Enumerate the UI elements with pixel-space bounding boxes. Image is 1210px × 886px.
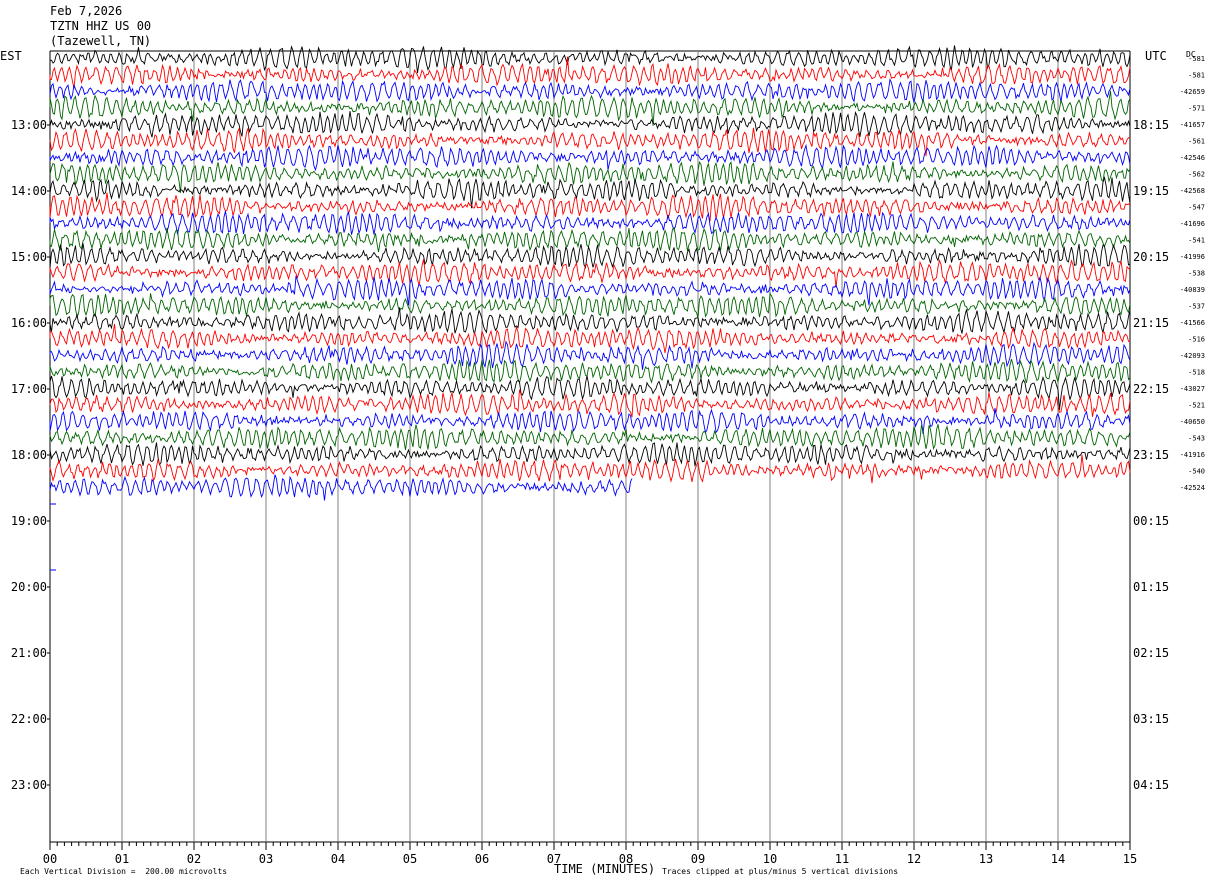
dc-offset-label: -42659 <box>1180 88 1205 96</box>
dc-offset-label: -42568 <box>1180 187 1205 195</box>
x-tick-label: 06 <box>475 852 489 866</box>
right-hour-label: 00:15 <box>1133 514 1169 528</box>
left-hour-label: 17:00 <box>11 382 47 396</box>
seismic-trace <box>49 307 1131 335</box>
left-hour-label: 15:00 <box>11 250 47 264</box>
seismic-trace <box>49 160 1131 193</box>
seismic-trace <box>49 323 1131 354</box>
dc-offset-label: -40839 <box>1180 286 1205 294</box>
seismic-trace <box>49 454 1131 484</box>
dc-offset-label: -516 <box>1188 336 1205 344</box>
seismic-trace <box>49 143 1131 172</box>
left-hour-label: 14:00 <box>11 184 47 198</box>
x-tick-label: 02 <box>187 852 201 866</box>
x-tick-label: 11 <box>835 852 849 866</box>
seismic-trace <box>49 175 1131 209</box>
x-tick-label: 10 <box>763 852 777 866</box>
x-tick-label: 15 <box>1123 852 1137 866</box>
seismic-trace <box>49 424 1131 451</box>
seismic-trace <box>49 358 1131 385</box>
dc-offset-label: -521 <box>1188 402 1205 410</box>
dc-offset-label: -41696 <box>1180 220 1205 228</box>
left-hour-label: 19:00 <box>11 514 47 528</box>
helicorder-plot: 00 01 02 03 04 05 06 07 08 09 10 11 12 13 14 1513:0014:… <box>11 45 1205 866</box>
x-tick-label: 13 <box>979 852 993 866</box>
dc-offset-label: -40650 <box>1180 418 1205 426</box>
seismic-trace <box>49 408 1131 434</box>
scale-note: Each Vertical Division = 200.00 microvol… <box>20 867 228 876</box>
right-hour-label: 19:15 <box>1133 184 1169 198</box>
left-hour-label: 18:00 <box>11 448 47 462</box>
left-hour-label: 21:00 <box>11 646 47 660</box>
left-hour-label: 13:00 <box>11 118 47 132</box>
right-hour-label: 04:15 <box>1133 778 1169 792</box>
dc-offset-label: -537 <box>1188 303 1205 311</box>
dc-offset-label: -41566 <box>1180 319 1205 327</box>
dc-offset-label: -538 <box>1188 270 1205 278</box>
x-tick-label: 01 <box>115 852 129 866</box>
dc-offset-label: -540 <box>1188 468 1205 476</box>
dc-offset-label: -561 <box>1188 138 1205 146</box>
right-hour-label: 22:15 <box>1133 382 1169 396</box>
seismic-trace <box>49 340 1131 370</box>
seismic-trace <box>49 227 1131 253</box>
seismic-trace <box>49 474 633 501</box>
left-hour-label: 22:00 <box>11 712 47 726</box>
dc-offset-label: -541 <box>1188 237 1205 245</box>
x-tick-label: 04 <box>331 852 345 866</box>
right-hour-label: 23:15 <box>1133 448 1169 462</box>
seismic-trace <box>49 291 1131 319</box>
x-tick-label: 12 <box>907 852 921 866</box>
seismic-trace <box>49 375 1131 410</box>
dc-offset-label: -543 <box>1188 435 1205 443</box>
dc-offset-label: -41996 <box>1180 253 1205 261</box>
dc-offset-label: -41657 <box>1180 121 1205 129</box>
right-hour-label: 03:15 <box>1133 712 1169 726</box>
dc-offset-label: -581 <box>1188 55 1205 63</box>
right-hour-label: 21:15 <box>1133 316 1169 330</box>
x-tick-label: 03 <box>259 852 273 866</box>
x-tick-label: 14 <box>1051 852 1065 866</box>
seismic-trace <box>49 442 1131 467</box>
seismic-trace <box>49 192 1131 222</box>
seismic-trace <box>49 127 1131 157</box>
x-tick-label: 05 <box>403 852 417 866</box>
x-tick-label: 00 <box>43 852 57 866</box>
dc-offset-label: -42093 <box>1180 352 1205 360</box>
dc-offset-label: -518 <box>1188 369 1205 377</box>
left-hour-label: 23:00 <box>11 778 47 792</box>
dc-offset-label: -562 <box>1188 171 1205 179</box>
right-hour-label: 01:15 <box>1133 580 1169 594</box>
dc-offset-label: -571 <box>1188 105 1205 113</box>
dc-offset-label: -547 <box>1188 204 1205 212</box>
seismic-trace <box>49 210 1131 235</box>
left-hour-label: 16:00 <box>11 316 47 330</box>
seismic-trace <box>49 110 1131 138</box>
dc-offset-label: -41916 <box>1180 451 1205 459</box>
right-hour-label: 20:15 <box>1133 250 1169 264</box>
x-axis-title: TIME (MINUTES) <box>554 862 656 876</box>
clip-note: Traces clipped at plus/minus 5 vertical … <box>662 867 899 876</box>
dc-offset-label: -42546 <box>1180 154 1205 162</box>
right-hour-label: 02:15 <box>1133 646 1169 660</box>
dc-offset-label: -43027 <box>1180 385 1205 393</box>
dc-offset-label: -42524 <box>1180 484 1205 492</box>
left-hour-label: 20:00 <box>11 580 47 594</box>
right-hour-label: 18:15 <box>1133 118 1169 132</box>
dc-offset-label: -581 <box>1188 72 1205 80</box>
x-tick-label: 09 <box>691 852 705 866</box>
